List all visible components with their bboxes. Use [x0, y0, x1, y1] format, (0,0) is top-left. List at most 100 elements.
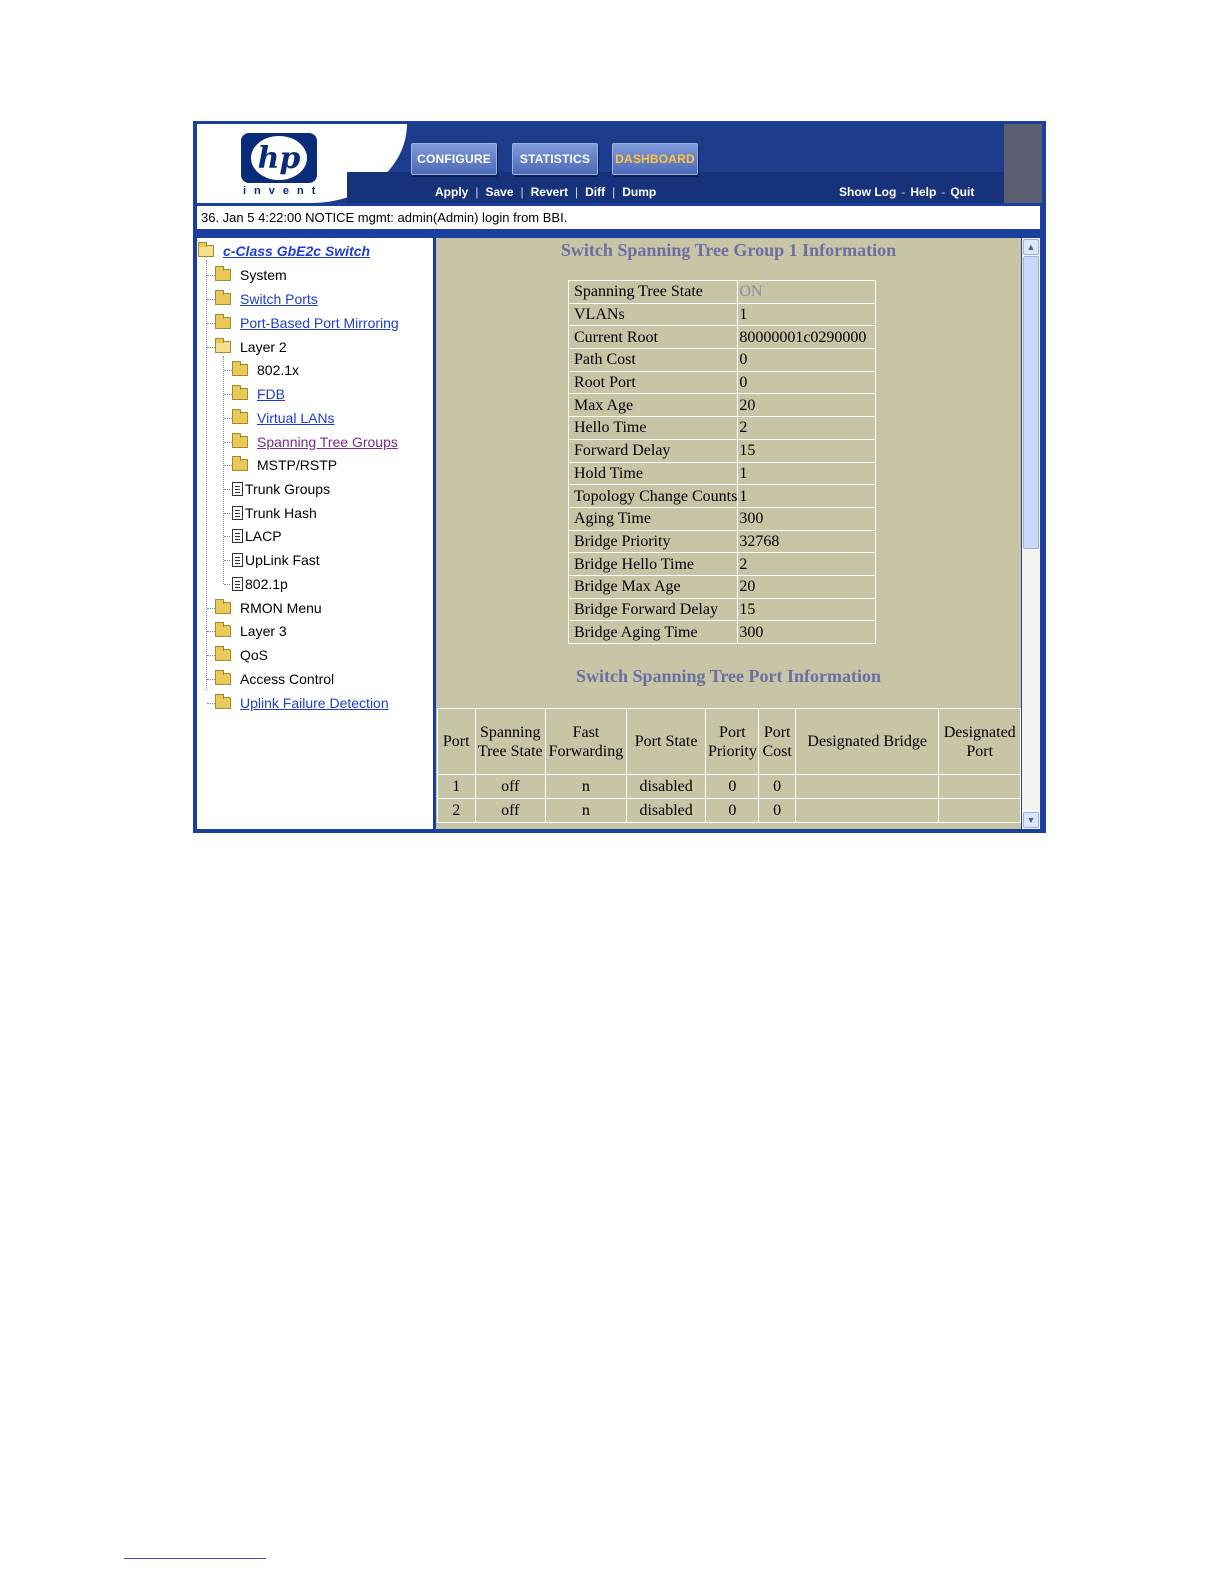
table-row: 1 off n disabled 0 0	[437, 774, 1021, 799]
tree-line	[224, 584, 230, 585]
port-cell	[938, 798, 1021, 823]
port-cell: 0	[705, 774, 760, 799]
tree-line	[207, 703, 215, 704]
info-row: Path Cost 0	[567, 348, 877, 372]
tree-line	[207, 655, 215, 656]
info-value: 20	[737, 393, 877, 418]
nav-item-system[interactable]: System	[215, 265, 287, 285]
info-row: Bridge Priority 32768	[567, 529, 877, 554]
info-value: 0	[737, 348, 877, 372]
nav-item-uplink-failure-detection[interactable]: Uplink Failure Detection	[215, 693, 389, 713]
nav-item-lacp[interactable]: LACP	[232, 526, 282, 546]
folder-icon	[232, 456, 248, 471]
port-cell: off	[474, 798, 547, 823]
info-value: 1	[737, 302, 877, 327]
nav-item-mstp-rstp[interactable]: MSTP/RSTP	[232, 455, 337, 475]
folder-icon	[215, 599, 231, 614]
folder-open-icon	[215, 338, 231, 353]
content-scrollbar[interactable]: ▲ ▼	[1022, 238, 1040, 829]
port-cell: n	[545, 774, 627, 799]
folder-icon	[215, 694, 231, 709]
folder-icon	[215, 290, 231, 305]
tree-line	[207, 347, 215, 348]
nav-item-qos[interactable]: QoS	[215, 645, 268, 665]
scroll-up-icon[interactable]: ▲	[1023, 239, 1039, 255]
info-row: Bridge Forward Delay 15	[567, 597, 877, 622]
group-info-title: Switch Spanning Tree Group 1 Information	[560, 240, 897, 260]
configure-tab[interactable]: CONFIGURE	[411, 143, 497, 175]
info-value: 300	[737, 620, 877, 644]
tree-line	[207, 299, 215, 300]
nav-item-rmon-menu[interactable]: RMON Menu	[215, 598, 322, 618]
info-row: Bridge Hello Time 2	[567, 552, 877, 576]
info-key: Bridge Priority	[567, 529, 739, 554]
nav-item-fdb[interactable]: FDB	[232, 384, 285, 404]
nav-item-layer-3[interactable]: Layer 3	[215, 621, 287, 641]
nav-item-trunk-hash[interactable]: Trunk Hash	[232, 503, 317, 523]
info-value: 32768	[737, 529, 877, 554]
tree-line	[207, 275, 215, 276]
tree-line	[207, 631, 215, 632]
tree-line	[207, 323, 215, 324]
document-icon	[232, 577, 243, 591]
info-key: Forward Delay	[567, 438, 739, 463]
separator: |	[475, 185, 479, 199]
port-cell	[794, 774, 940, 799]
separator: -	[901, 185, 906, 199]
diff-link[interactable]: Diff	[585, 185, 605, 199]
show-log-link[interactable]: Show Log	[839, 185, 896, 199]
nav-item-802-1p[interactable]: 802.1p	[232, 574, 288, 594]
nav-item-uplink-fast[interactable]: UpLink Fast	[232, 550, 320, 570]
nav-item-port-mirroring[interactable]: Port-Based Port Mirroring	[215, 313, 399, 333]
nav-item-switch-ports[interactable]: Switch Ports	[215, 289, 318, 309]
folder-icon	[215, 622, 231, 637]
main-content: Switch Spanning Tree Group 1 Information…	[436, 238, 1021, 829]
port-column-header: Port	[437, 708, 476, 775]
tree-line	[224, 442, 232, 443]
tree-line	[224, 465, 232, 466]
info-value: 300	[737, 506, 877, 531]
nav-item-label: LACP	[245, 528, 282, 544]
port-column-header: Designated Bridge	[794, 708, 940, 775]
separator: |	[612, 185, 616, 199]
hp-logo: hp	[241, 133, 317, 183]
nav-item-trunk-groups[interactable]: Trunk Groups	[232, 479, 330, 499]
info-row: Hold Time 1	[567, 461, 877, 486]
info-key: Topology Change Counts	[567, 484, 739, 508]
nav-item-802-1x[interactable]: 802.1x	[232, 360, 299, 380]
help-link[interactable]: Help	[910, 185, 936, 199]
info-key: Bridge Aging Time	[567, 620, 739, 644]
info-value: 2	[737, 552, 877, 576]
quit-link[interactable]: Quit	[950, 185, 974, 199]
info-value: 0	[737, 370, 877, 395]
info-value: 2	[737, 416, 877, 440]
scrollbar-thumb[interactable]	[1023, 256, 1039, 549]
scroll-down-icon[interactable]: ▼	[1023, 812, 1039, 828]
nav-item-spanning-tree-groups[interactable]: Spanning Tree Groups	[232, 432, 398, 452]
port-cell: 0	[705, 798, 760, 823]
info-value: 15	[737, 438, 877, 463]
port-cell: off	[474, 774, 547, 799]
info-value: 15	[737, 597, 877, 622]
nav-item-access-control[interactable]: Access Control	[215, 669, 334, 689]
hp-logo-mark: hp	[251, 136, 307, 180]
port-column-header: Fast Forwarding	[545, 708, 627, 775]
folder-icon	[215, 314, 231, 329]
nav-item-label: Trunk Hash	[245, 505, 317, 521]
tree-line	[224, 418, 232, 419]
save-link[interactable]: Save	[485, 185, 513, 199]
dump-link[interactable]: Dump	[622, 185, 656, 199]
nav-item-layer-2[interactable]: Layer 2	[215, 337, 287, 357]
nav-item-label: FDB	[257, 386, 285, 402]
apply-link[interactable]: Apply	[435, 185, 468, 199]
info-row: Max Age 20	[567, 393, 877, 418]
nav-item-virtual-lans[interactable]: Virtual LANs	[232, 408, 335, 428]
info-row: Root Port 0	[567, 370, 877, 395]
nav-root[interactable]: c-Class GbE2c Switch	[198, 241, 370, 261]
dashboard-tab[interactable]: DASHBOARD	[612, 143, 698, 175]
nav-item-label: Uplink Failure Detection	[240, 695, 389, 711]
revert-link[interactable]: Revert	[531, 185, 568, 199]
folder-icon	[215, 266, 231, 281]
statistics-tab[interactable]: STATISTICS	[512, 143, 598, 175]
info-row: Topology Change Counts 1	[567, 484, 877, 508]
